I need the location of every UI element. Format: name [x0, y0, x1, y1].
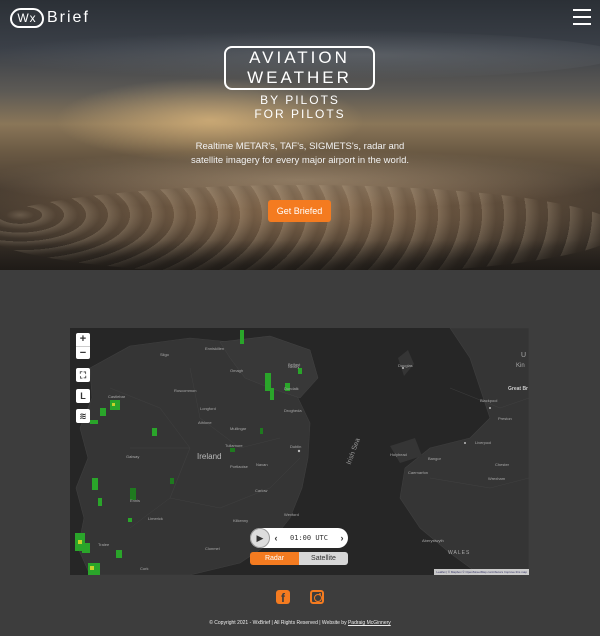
- map-label-dundalk: Dundalk: [284, 386, 299, 391]
- hero-tagline: Realtime METAR's, TAF's, SIGMETS's, rada…: [190, 141, 410, 166]
- hero-subtitle-line1: BY PILOTS: [260, 93, 340, 107]
- radar-player: ▶ ‹ 01:00 UTC ›: [250, 528, 348, 548]
- map-label-drogheda: Drogheda: [284, 408, 302, 413]
- map-label-castlebar: Castlebar: [108, 394, 126, 399]
- map-label-ireland: Ireland: [197, 452, 222, 461]
- map-label-wales: WALES: [448, 550, 471, 556]
- map-label-kingdom: Kin: [516, 363, 525, 369]
- map-label-bangor: Bangor: [428, 456, 441, 461]
- get-briefed-button[interactable]: Get Briefed: [268, 200, 331, 222]
- cloud-logo-icon: Wx: [10, 8, 44, 28]
- hamburger-menu-icon[interactable]: [573, 9, 591, 25]
- footer-copyright: © Copyright 2021 - WxBrief | All Rights …: [209, 620, 347, 626]
- hero-bottom-shade: [0, 240, 600, 270]
- hero-title: AVIATION WEATHER: [224, 46, 375, 90]
- player-time: 01:00 UTC: [290, 534, 328, 542]
- footer: © Copyright 2021 - WxBrief | All Rights …: [0, 620, 600, 626]
- map-label-great-britain: Great Br: [508, 386, 529, 392]
- map-label-tullamore: Tullamore: [225, 443, 243, 448]
- map-label-navan: Navan: [256, 462, 268, 467]
- map-label-portlaoise: Portlaoise: [230, 464, 248, 469]
- map-label-preston: Preston: [498, 416, 512, 421]
- map-label-athlone: Athlone: [198, 420, 212, 425]
- chevron-left-icon[interactable]: ‹: [270, 533, 282, 543]
- map-label-liverpool: Liverpool: [475, 440, 492, 445]
- logo-text: Brief: [47, 9, 90, 26]
- legend-button[interactable]: L: [76, 389, 90, 403]
- map-label-galway: Galway: [126, 454, 140, 459]
- map-label-tralee: Tralee: [98, 542, 110, 547]
- layers-icon[interactable]: ≋: [76, 409, 90, 423]
- zoom-in-button[interactable]: +: [76, 333, 90, 346]
- play-icon[interactable]: ▶: [250, 528, 270, 548]
- map-label-longford: Longford: [200, 406, 216, 411]
- radar-toggle-button[interactable]: Radar: [250, 552, 299, 565]
- map-label-omagh: Omagh: [230, 368, 244, 373]
- instagram-icon[interactable]: [310, 590, 324, 604]
- map-label-roscommon: Roscommon: [174, 388, 197, 393]
- chevron-right-icon[interactable]: ›: [336, 533, 348, 543]
- author-link[interactable]: Padraig McGinnery: [348, 620, 391, 626]
- hero-title-line2: WEATHER: [247, 68, 352, 87]
- satellite-toggle-button[interactable]: Satellite: [299, 552, 348, 565]
- map-label-mullingar: Mullingar: [230, 426, 247, 431]
- map-label-aberystwyth: Aberystwyth: [422, 538, 444, 543]
- map-label-sligo: Sligo: [160, 352, 169, 357]
- map-label-caernarfon: Caernarfon: [408, 470, 429, 475]
- map-label-united: U: [521, 352, 527, 359]
- map-label-douglas: Douglas: [398, 363, 413, 368]
- map-label-ennis: Ennis: [130, 498, 141, 503]
- map-label-carlow: Carlow: [255, 488, 268, 493]
- layer-toggle: Radar Satellite: [250, 552, 348, 565]
- map-label-wexford: Wexford: [284, 512, 299, 517]
- map-label-dublin: Dublin: [290, 444, 302, 449]
- map-label-holyhead: Holyhead: [390, 452, 407, 457]
- map-label-kilkenny: Kilkenny: [233, 518, 249, 523]
- hero-title-line1: AVIATION: [249, 48, 350, 67]
- map-attribution[interactable]: Leaflet | © Mapbox © OpenStreetMap contr…: [434, 569, 529, 575]
- hero-subtitle-line2: FOR PILOTS: [254, 107, 346, 121]
- map-label-wrexham: Wrexham: [488, 476, 506, 481]
- map-label-newry: Newry: [288, 364, 300, 369]
- map-label-blackpool: Blackpool: [480, 398, 498, 403]
- zoom-control: + −: [76, 333, 90, 359]
- hero-section: Wx Brief AVIATION WEATHER BY PILOTS FOR …: [0, 0, 600, 270]
- fullscreen-icon[interactable]: ⛶: [76, 368, 90, 382]
- map-label-cork: Cork: [140, 566, 149, 571]
- weather-map[interactable]: Ireland Irish Sea WALES Great Br Kin U D…: [70, 328, 529, 575]
- map-label-enniskillen: Enniskillen: [205, 346, 225, 351]
- map-label-limerick: Limerick: [148, 516, 163, 521]
- zoom-out-button[interactable]: −: [76, 346, 90, 359]
- facebook-icon[interactable]: f: [276, 590, 290, 604]
- map-label-clonmel: Clonmel: [205, 546, 220, 551]
- logo-mark: Wx: [17, 11, 37, 25]
- map-label-chester: Chester: [495, 462, 510, 467]
- site-logo[interactable]: Wx Brief: [10, 8, 90, 28]
- hero-subtitle: BY PILOTS FOR PILOTS: [200, 93, 400, 121]
